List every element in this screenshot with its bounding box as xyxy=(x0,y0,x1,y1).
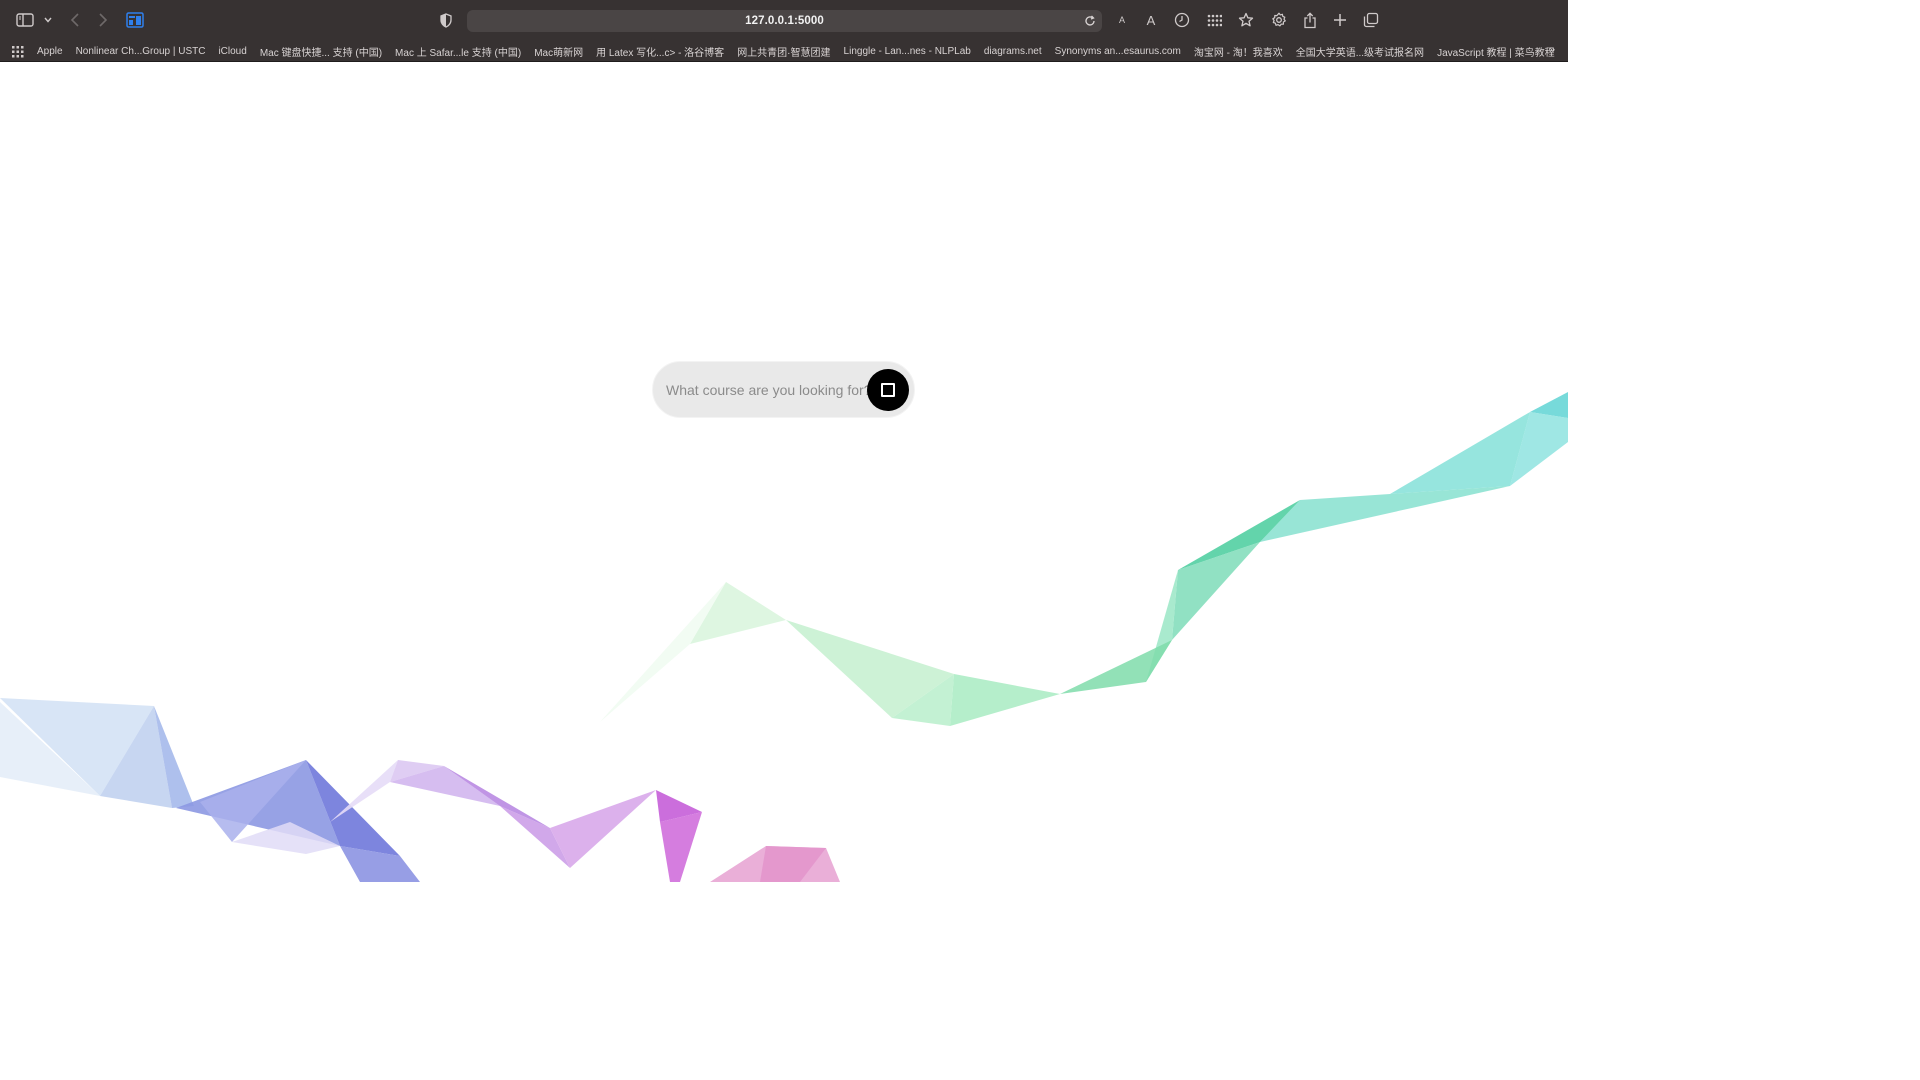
text-smaller-icon[interactable]: A xyxy=(1112,10,1132,30)
bookmark-item[interactable]: Apple xyxy=(37,46,63,57)
wave-decoration-blue xyxy=(0,698,420,882)
star-icon[interactable] xyxy=(1236,10,1256,30)
bookmark-item[interactable]: Synonyms an...esaurus.com xyxy=(1055,46,1181,57)
bookmark-item[interactable]: JavaScript 教程 | 菜鸟教程 xyxy=(1437,44,1555,59)
clock-icon[interactable] xyxy=(1172,10,1192,30)
bookmark-item[interactable]: Mac 上 Safar...le 支持 (中国) xyxy=(395,44,521,59)
bookmarks-list: Apple Nonlinear Ch...Group | USTC iCloud… xyxy=(37,40,1568,62)
page-content xyxy=(0,62,1568,882)
reload-icon[interactable] xyxy=(1082,13,1098,29)
bookmark-item[interactable]: 全国大学英语...级考试报名网 xyxy=(1296,44,1424,59)
forward-chevron-right-icon[interactable] xyxy=(93,10,113,30)
wave-decoration-green xyxy=(600,500,1300,726)
background-waves xyxy=(0,392,1568,882)
course-search-box xyxy=(652,361,915,418)
grid-icon[interactable] xyxy=(1204,10,1224,30)
bookmark-item[interactable]: 用 Latex 写化...c> - 洛谷博客 xyxy=(596,44,724,59)
address-bar[interactable]: 127.0.0.1:5000 xyxy=(467,10,1102,32)
browser-toolbar: 127.0.0.1:5000 A A xyxy=(0,0,1568,40)
bookmarks-more-icon[interactable]: » xyxy=(1549,44,1561,58)
shield-icon[interactable] xyxy=(436,10,456,30)
wave-decoration-cyan xyxy=(1260,392,1568,542)
bookmarks-grid-icon[interactable] xyxy=(12,45,24,58)
bookmark-item[interactable]: Mac 键盘快捷... 支持 (中国) xyxy=(260,44,382,59)
bookmark-item[interactable]: Nonlinear Ch...Group | USTC xyxy=(76,46,206,57)
wave-decoration-pink xyxy=(710,846,840,882)
back-chevron-left-icon[interactable] xyxy=(65,10,85,30)
bookmark-item[interactable]: iCloud xyxy=(218,46,246,57)
url-text[interactable]: 127.0.0.1:5000 xyxy=(745,15,824,27)
bookmark-item[interactable]: Mac萌新网 xyxy=(534,44,583,59)
browser-window: 127.0.0.1:5000 A A Apple Nonlinear Ch...… xyxy=(0,0,1568,882)
sidebar-toggle-icon[interactable] xyxy=(15,10,35,30)
stop-icon xyxy=(881,383,895,397)
bookmark-item[interactable]: Linggle - Lan...nes - NLPLab xyxy=(844,46,971,57)
share-icon[interactable] xyxy=(1300,10,1320,30)
bookmark-item[interactable]: 淘宝网 - 淘！我喜欢 xyxy=(1194,44,1283,59)
text-larger-icon[interactable]: A xyxy=(1141,10,1161,30)
chevron-down-icon[interactable] xyxy=(38,10,58,30)
course-search-input[interactable] xyxy=(666,378,871,402)
plus-icon[interactable] xyxy=(1330,10,1350,30)
tab-app-icon[interactable] xyxy=(125,10,145,30)
bookmark-item[interactable]: diagrams.net xyxy=(984,46,1042,57)
tabs-overview-icon[interactable] xyxy=(1361,10,1381,30)
gear-icon[interactable] xyxy=(1269,10,1289,30)
stop-button[interactable] xyxy=(867,369,909,411)
bookmarks-bar: Apple Nonlinear Ch...Group | USTC iCloud… xyxy=(0,40,1568,62)
bookmark-item[interactable]: 网上共青团·智慧团建 xyxy=(737,44,830,59)
